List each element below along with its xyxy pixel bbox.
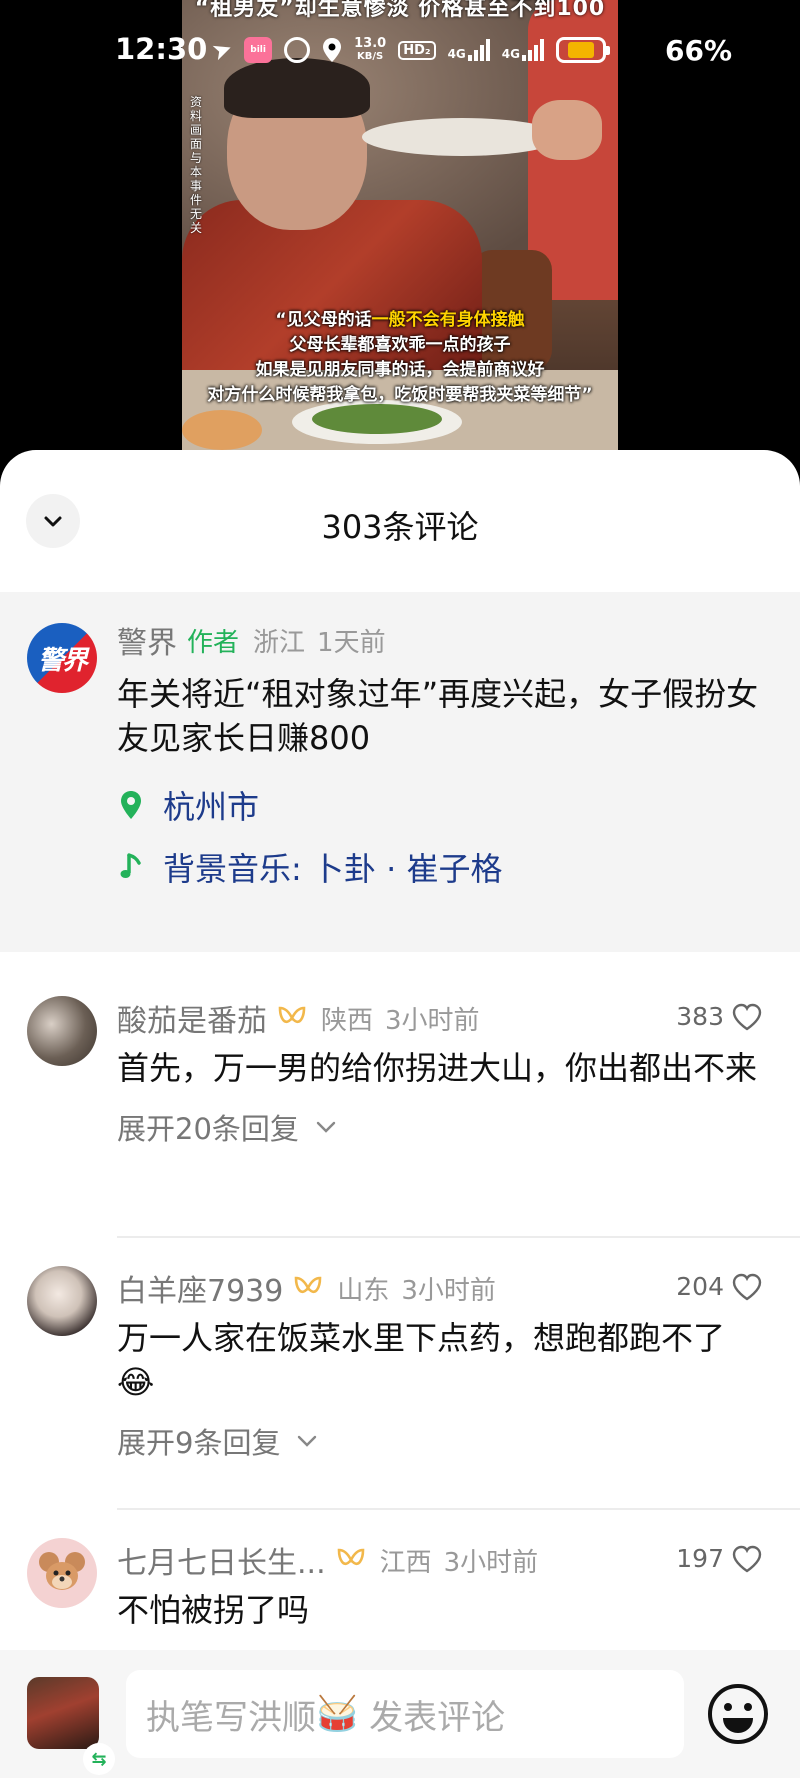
author-tag: 作者 xyxy=(187,627,240,658)
music-name: 背景音乐: 卜卦 · 崔子格 xyxy=(163,850,503,888)
comment-time: 3小时前 xyxy=(385,1005,480,1036)
hd-icon: HD₂ xyxy=(398,40,436,60)
avatar[interactable] xyxy=(27,996,97,1066)
comment-meta: 白羊座7939 山东 3小时前 xyxy=(117,1266,774,1310)
badge-icon xyxy=(278,1006,306,1024)
net-speed-unit: KB/S xyxy=(357,51,384,62)
subtitle-line-4: 对方什么时候帮我拿包，吃饭时要帮我夹菜等细节” xyxy=(207,385,593,405)
status-icons: ➤ bili 13.0 KB/S HD₂ 4G 4G xyxy=(208,33,610,67)
input-placeholder-suffix: 发表评论 xyxy=(358,1697,506,1738)
location-pin-icon xyxy=(117,789,145,821)
comment-text: 年关将近“租对象过年”再度兴起，女子假扮女友见家长日赚800 xyxy=(117,675,759,757)
comment-time: 3小时前 xyxy=(443,1547,539,1578)
comment-location: 浙江 xyxy=(253,627,306,658)
network-type: 4G xyxy=(501,47,520,61)
pinned-body: 警界 作者 浙江 1天前 年关将近“租对象过年”再度兴起，女子假扮女友见家长日赚… xyxy=(117,618,774,888)
signal-icon: 4G xyxy=(448,39,490,61)
video-side-note: 资料画面与本事件无关 xyxy=(190,95,203,235)
badge-icon xyxy=(337,1548,364,1566)
battery-percent: 66% xyxy=(665,34,733,67)
net-speed: 13.0 KB/S xyxy=(354,37,386,63)
drum-icon: 🥁 xyxy=(316,1694,359,1734)
comment-item: 383 酸茄是番茄 陕西 3小时前 首先，万一男的给你拐进大山，你出都出不来 展… xyxy=(0,996,800,1266)
location-icon xyxy=(322,37,342,63)
username[interactable]: 警界 xyxy=(117,618,177,662)
avatar-logo: 警界 xyxy=(37,645,88,676)
comment-location: 山东 xyxy=(337,1275,390,1306)
comments-count-title: 303条评论 xyxy=(321,508,479,546)
sheet-header: 303条评论 xyxy=(0,450,800,592)
comment-input[interactable]: 执笔写洪顺 🥁 发表评论 xyxy=(126,1670,684,1758)
comment-location: 江西 xyxy=(379,1547,432,1578)
bilibili-icon: bili xyxy=(244,37,273,63)
comment-meta: 酸茄是番茄 陕西 3小时前 xyxy=(117,996,774,1040)
subtitle-line-3: 如果是见朋友同事的话，会提前商议好 xyxy=(255,360,545,380)
comment-text: 万一人家在饭菜水里下点药，想跑都跑不了 xyxy=(117,1319,726,1357)
expand-replies-label: 展开9条回复 xyxy=(117,1426,281,1460)
network-type: 4G xyxy=(447,47,466,61)
video-dish xyxy=(182,410,262,450)
comment-time: 1天前 xyxy=(317,627,386,658)
comment-text: 不怕被拐了吗 xyxy=(117,1591,310,1629)
comment-body: 酸茄是番茄 陕西 3小时前 首先，万一男的给你拐进大山，你出都出不来 展开20条… xyxy=(117,996,774,1148)
status-bar: 12:30 ➤ bili 13.0 KB/S HD₂ 4G 4G 66% xyxy=(0,30,800,74)
send-icon: ➤ xyxy=(207,33,237,67)
video-dish-food xyxy=(312,404,442,434)
my-avatar[interactable] xyxy=(27,1677,99,1749)
comment-item: 204 白羊座7939 山东 3小时前 万一人家在饭菜水里下点药，想跑都跑不了 … xyxy=(0,1266,800,1538)
comment-meta: 警界 作者 浙江 1天前 xyxy=(117,618,774,662)
emoji-icon[interactable] xyxy=(706,1682,770,1746)
music-note-icon xyxy=(117,851,145,883)
video-hand xyxy=(532,100,602,160)
username[interactable]: 白羊座7939 xyxy=(117,1266,283,1310)
badge-icon xyxy=(295,1276,322,1294)
avatar[interactable] xyxy=(27,1266,97,1336)
username[interactable]: 七月七日长生... xyxy=(117,1538,326,1582)
net-speed-value: 13.0 xyxy=(354,36,387,51)
comment-meta: 七月七日长生... 江西 3小时前 xyxy=(117,1538,774,1582)
place-name: 杭州市 xyxy=(163,788,260,826)
comment-input-bar: ⇆ 执笔写洪顺 🥁 发表评论 xyxy=(0,1650,800,1778)
battery-icon xyxy=(555,37,610,63)
comment-text: 首先，万一男的给你拐进大山，你出都出不来 xyxy=(117,1049,758,1087)
pinned-author-post: 警界 警界 作者 浙江 1天前 年关将近“租对象过年”再度兴起，女子假扮女友见家… xyxy=(0,592,800,952)
subtitle-line-1: “见父母的话一般不会有身体接触 xyxy=(182,308,618,333)
mouse-cartoon-icon xyxy=(39,1552,85,1590)
chevron-down-icon xyxy=(298,1435,317,1447)
input-placeholder-prefix: 执笔写洪顺 xyxy=(146,1697,316,1738)
expand-replies-button[interactable]: 展开20条回复 xyxy=(117,1106,774,1148)
chevron-down-icon xyxy=(316,1121,336,1133)
expand-replies-label: 展开20条回复 xyxy=(117,1112,299,1146)
comment-time: 3小时前 xyxy=(401,1275,496,1306)
comment-text-block: 万一人家在饭菜水里下点药，想跑都跑不了 😂 xyxy=(117,1316,774,1404)
subtitle-highlight: 一般不会有身体接触 xyxy=(371,310,525,330)
avatar[interactable]: 警界 xyxy=(27,623,97,693)
avatar[interactable] xyxy=(27,1538,97,1608)
place-link[interactable]: 杭州市 xyxy=(117,784,774,826)
video-title-overlay: “租男友”却生意惨淡 价格甚至不到100 xyxy=(194,0,606,21)
swap-account-icon[interactable]: ⇆ xyxy=(83,1743,115,1775)
app-root: “租男友”却生意惨淡 价格甚至不到100 资料画面与本事件无关 “见父母的话一般… xyxy=(0,0,800,1778)
alarm-icon xyxy=(284,37,311,63)
comment-location: 陕西 xyxy=(321,1005,374,1036)
divider xyxy=(117,1236,800,1238)
username[interactable]: 酸茄是番茄 xyxy=(117,996,267,1040)
subtitle-line-2: 父母长辈都喜欢乖一点的孩子 xyxy=(289,335,511,355)
comment-body: 七月七日长生... 江西 3小时前 不怕被拐了吗 xyxy=(117,1538,774,1632)
music-link[interactable]: 背景音乐: 卜卦 · 崔子格 xyxy=(117,846,774,888)
comments-sheet: 303条评论 警界 警界 作者 浙江 1天前 年关将近“租对象过年”再度兴起，女… xyxy=(0,450,800,1778)
status-time: 12:30 xyxy=(115,32,208,66)
expand-replies-button[interactable]: 展开9条回复 xyxy=(117,1420,774,1462)
comment-body: 白羊座7939 山东 3小时前 万一人家在饭菜水里下点药，想跑都跑不了 😂 展开… xyxy=(117,1266,774,1462)
subtitle-text: “见父母的话 xyxy=(275,310,372,330)
video-subtitles: “见父母的话一般不会有身体接触 父母长辈都喜欢乖一点的孩子 如果是见朋友同事的话… xyxy=(182,308,618,408)
divider xyxy=(117,1508,800,1510)
signal-icon: 4G xyxy=(502,39,544,61)
emoji-laugh-icon: 😂 xyxy=(117,1363,155,1401)
